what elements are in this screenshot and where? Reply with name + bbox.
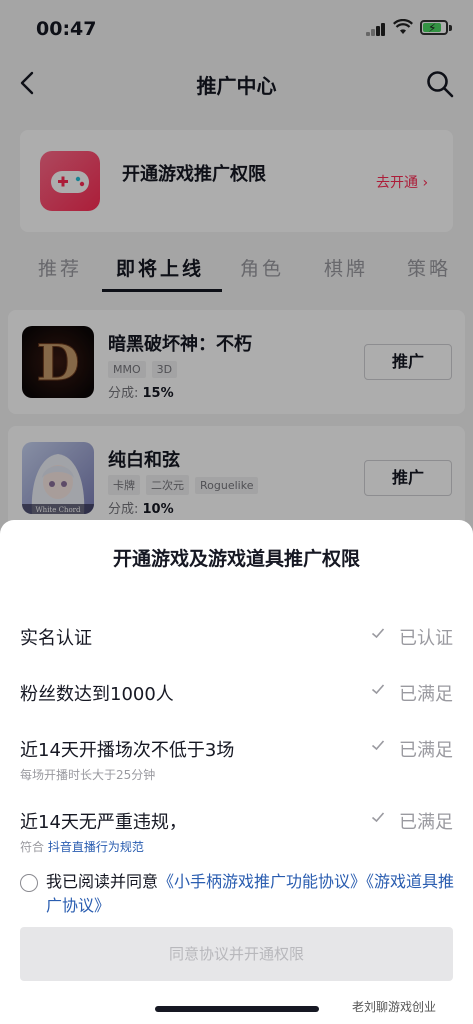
agreement-row: 我已阅读并同意《小手柄游戏推广功能协议》《游戏道具推广协议》 [20, 870, 456, 918]
agree-and-open-button[interactable]: 同意协议并开通权限 [20, 927, 453, 981]
check-icon [371, 740, 385, 751]
check-icon [371, 812, 385, 823]
requirement-status: 已满足 [399, 684, 453, 705]
requirement-label: 粉丝数达到1000人 [20, 684, 174, 705]
agree-radio[interactable] [20, 874, 38, 892]
sheet-title: 开通游戏及游戏道具推广权限 [112, 548, 360, 570]
agree-prefix: 我已阅读并同意 [46, 872, 159, 891]
permission-sheet: 开通游戏及游戏道具推广权限 实名认证 已认证 粉丝数达到1000人 已满足 近1… [0, 520, 473, 1024]
gamepad-agreement-link[interactable]: 《小手柄游戏推广功能协议》 [158, 872, 366, 891]
requirement-sub: 符合 抖音直播行为规范 [20, 838, 144, 855]
requirement-label: 近14天开播场次不低于3场 [20, 740, 235, 761]
requirement-status: 已认证 [399, 628, 453, 649]
requirement-status: 已满足 [399, 812, 453, 833]
requirement-label: 近14天无严重违规， [20, 812, 187, 833]
check-icon [371, 684, 385, 695]
conduct-rules-link[interactable]: 抖音直播行为规范 [48, 840, 144, 854]
requirement-label: 实名认证 [20, 628, 92, 649]
requirement-sub-prefix: 符合 [20, 840, 48, 854]
requirement-sub: 每场开播时长大于25分钟 [20, 768, 156, 782]
watermark: 老刘聊游戏创业 [352, 1000, 437, 1014]
agreement-text: 我已阅读并同意《小手柄游戏推广功能协议》《游戏道具推广协议》 [46, 870, 456, 918]
check-icon [371, 628, 385, 639]
home-indicator [155, 1006, 319, 1012]
requirement-status: 已满足 [399, 740, 453, 761]
